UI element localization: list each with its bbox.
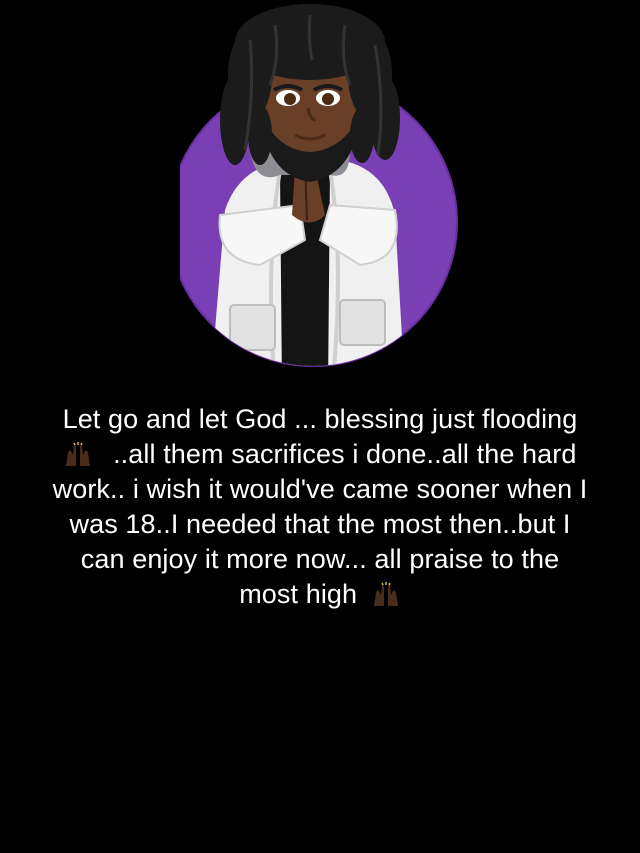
story-caption: Let go and let God ... blessing just flo… [24, 402, 616, 612]
raising-hands-emoji-icon [371, 581, 401, 607]
caption-text: most high [239, 579, 358, 609]
caption-text: can enjoy it more now... all praise to t… [80, 544, 560, 574]
caption-line-4: was 18..I needed that the most then..but… [24, 507, 616, 542]
caption-text: Let go and let God ... blessing just flo… [62, 404, 578, 434]
caption-text: work.. i wish it would've came sooner wh… [52, 474, 588, 504]
caption-text: was 18..I needed that the most then..but… [69, 509, 571, 539]
avatar-illustration [180, 4, 458, 367]
caption-line-6: most high [24, 577, 616, 612]
caption-text: ..all them sacrifices i done..all the ha… [113, 439, 577, 469]
caption-line-2: ..all them sacrifices i done..all the ha… [24, 437, 616, 472]
raising-hands-emoji-icon [63, 441, 93, 467]
story-screen: Let go and let God ... blessing just flo… [0, 0, 640, 853]
caption-line-3: work.. i wish it would've came sooner wh… [24, 472, 616, 507]
bitmoji-avatar [180, 0, 480, 390]
caption-line-5: can enjoy it more now... all praise to t… [24, 542, 616, 577]
caption-line-1: Let go and let God ... blessing just flo… [24, 402, 616, 437]
